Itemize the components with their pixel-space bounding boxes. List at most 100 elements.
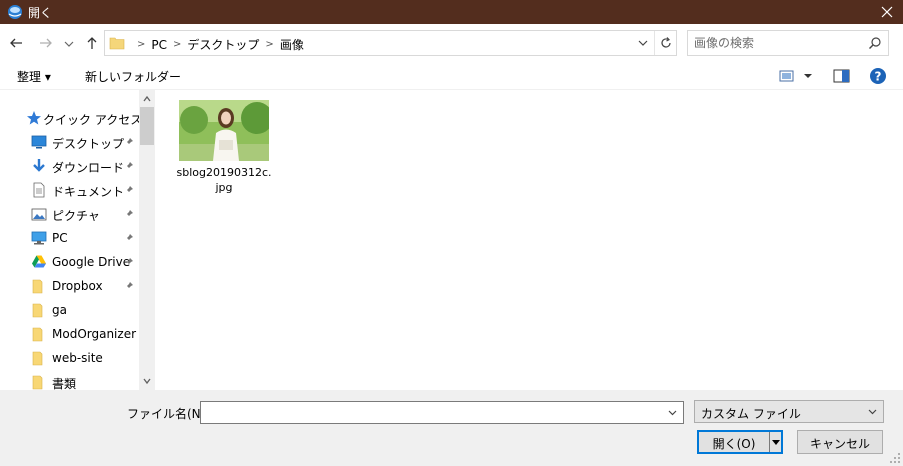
nav-item-google-drive[interactable]: Google Drive	[0, 250, 140, 274]
download-icon	[33, 159, 45, 172]
window-title: 開く	[28, 6, 53, 20]
recent-locations-button[interactable]	[62, 33, 76, 53]
view-options-button[interactable]	[778, 66, 816, 86]
filename-label: ファイル名(N):	[127, 407, 210, 421]
nav-item-documents-folder[interactable]: 書類	[0, 370, 140, 390]
star-icon	[27, 111, 41, 125]
breadcrumb-pc[interactable]: PC	[151, 38, 167, 52]
pin-icon[interactable]	[124, 233, 134, 243]
breadcrumb-desktop[interactable]: デスクトップ	[187, 36, 259, 53]
nav-item-modorganizer[interactable]: ModOrganizer	[0, 322, 140, 346]
pictures-icon	[31, 208, 47, 221]
folder-icon	[32, 327, 43, 342]
new-folder-button[interactable]: 新しいフォルダー	[85, 68, 181, 85]
file-type-value: カスタム ファイル	[701, 407, 801, 421]
open-button-label: 開く(O)	[712, 437, 756, 451]
help-button[interactable]: ?	[868, 66, 888, 86]
nav-item-desktop[interactable]: デスクトップ	[0, 130, 140, 154]
search-box[interactable]	[687, 30, 889, 56]
filename-combobox[interactable]	[200, 401, 684, 424]
preview-pane-icon	[833, 69, 850, 83]
pin-icon[interactable]	[124, 161, 134, 171]
pin-icon[interactable]	[124, 257, 134, 267]
split-dropdown-icon[interactable]	[771, 437, 781, 447]
chevron-down-icon[interactable]	[636, 36, 650, 50]
pin-icon[interactable]	[124, 209, 134, 219]
folder-icon	[109, 37, 125, 50]
cancel-button-label: キャンセル	[809, 437, 870, 451]
breadcrumb-images[interactable]: 画像	[280, 36, 304, 53]
folder-icon	[32, 351, 43, 366]
scrollbar-thumb[interactable]	[140, 107, 154, 145]
up-arrow-icon	[87, 37, 97, 49]
nav-item-downloads[interactable]: ダウンロード	[0, 154, 140, 178]
pin-icon[interactable]	[124, 137, 134, 147]
organize-button[interactable]: 整理 ▾	[17, 68, 51, 85]
navigation-pane[interactable]: クイック アクセス デスクトップ ダウンロード ドキュメント ピクチャ PC G…	[0, 90, 155, 390]
scroll-down-icon[interactable]	[142, 376, 152, 386]
nav-item-label: Dropbox	[52, 279, 103, 293]
folder-icon	[32, 303, 43, 318]
view-options-icon	[779, 70, 812, 82]
nav-item-label: ドキュメント	[52, 185, 125, 199]
nav-item-label: ピクチャ	[52, 209, 100, 223]
command-bar: 整理 ▾ 新しいフォルダー ?	[0, 62, 903, 90]
forward-button[interactable]	[36, 33, 56, 53]
nav-quick-access-label: クイック アクセス	[43, 113, 143, 127]
pin-icon[interactable]	[124, 185, 134, 195]
recent-dropdown-icon	[64, 41, 74, 47]
nav-item-label: web-site	[52, 351, 103, 365]
nav-item-web-site[interactable]: web-site	[0, 346, 140, 370]
folder-icon	[32, 375, 43, 390]
search-input[interactable]	[694, 35, 864, 51]
search-icon[interactable]	[868, 36, 882, 50]
cancel-button[interactable]: キャンセル	[797, 430, 883, 454]
file-list[interactable]: sblog20190312c.jpg	[155, 90, 903, 390]
svg-text:?: ?	[875, 70, 882, 84]
back-arrow-icon	[10, 38, 22, 48]
close-button[interactable]	[871, 0, 903, 24]
pc-icon	[31, 231, 47, 245]
split-divider	[769, 432, 770, 452]
filename-input[interactable]	[205, 405, 655, 421]
back-button[interactable]	[6, 33, 26, 53]
nav-item-dropbox[interactable]: Dropbox	[0, 274, 140, 298]
title-bar: 開く	[0, 0, 903, 24]
pin-icon[interactable]	[124, 281, 134, 291]
file-name: sblog20190312c.jpg	[176, 166, 272, 194]
breadcrumb-separator: >	[137, 39, 146, 50]
resize-grip-icon[interactable]	[889, 452, 901, 464]
up-button[interactable]	[82, 33, 102, 53]
nav-quick-access[interactable]: クイック アクセス	[0, 106, 143, 130]
nav-item-label: 書類	[52, 377, 77, 390]
folder-icon	[32, 279, 43, 294]
nav-item-pc[interactable]: PC	[0, 226, 140, 250]
nav-item-label: ModOrganizer	[52, 327, 137, 341]
breadcrumb-separator: >	[265, 39, 274, 50]
refresh-icon	[661, 37, 671, 48]
file-item[interactable]: sblog20190312c.jpg	[175, 98, 273, 198]
nav-item-label: PC	[52, 231, 68, 245]
close-icon	[881, 6, 893, 18]
nav-item-label: ダウンロード	[52, 161, 125, 175]
preview-pane-button[interactable]	[832, 66, 852, 86]
chevron-down-icon[interactable]	[667, 407, 678, 418]
open-button[interactable]: 開く(O)	[697, 430, 783, 454]
forward-arrow-icon	[40, 38, 52, 48]
address-bar[interactable]: > PC > デスクトップ > 画像	[104, 30, 677, 56]
image-thumbnail	[179, 100, 269, 161]
file-type-select[interactable]: カスタム ファイル	[694, 400, 884, 423]
nav-item-ga[interactable]: ga	[0, 298, 140, 322]
nav-scrollbar[interactable]	[139, 90, 155, 390]
refresh-button[interactable]	[654, 31, 676, 55]
nav-item-pictures[interactable]: ピクチャ	[0, 202, 140, 226]
nav-item-label: ga	[52, 303, 67, 317]
nav-item-documents[interactable]: ドキュメント	[0, 178, 140, 202]
scroll-up-icon[interactable]	[142, 94, 152, 104]
dialog-footer: ファイル名(N): カスタム ファイル 開く(O) キャンセル	[0, 390, 903, 466]
breadcrumb-separator: >	[173, 39, 182, 50]
desktop-icon	[31, 135, 47, 149]
chevron-down-icon	[868, 409, 877, 415]
help-icon: ?	[870, 68, 886, 84]
globe-app-icon	[8, 5, 22, 19]
